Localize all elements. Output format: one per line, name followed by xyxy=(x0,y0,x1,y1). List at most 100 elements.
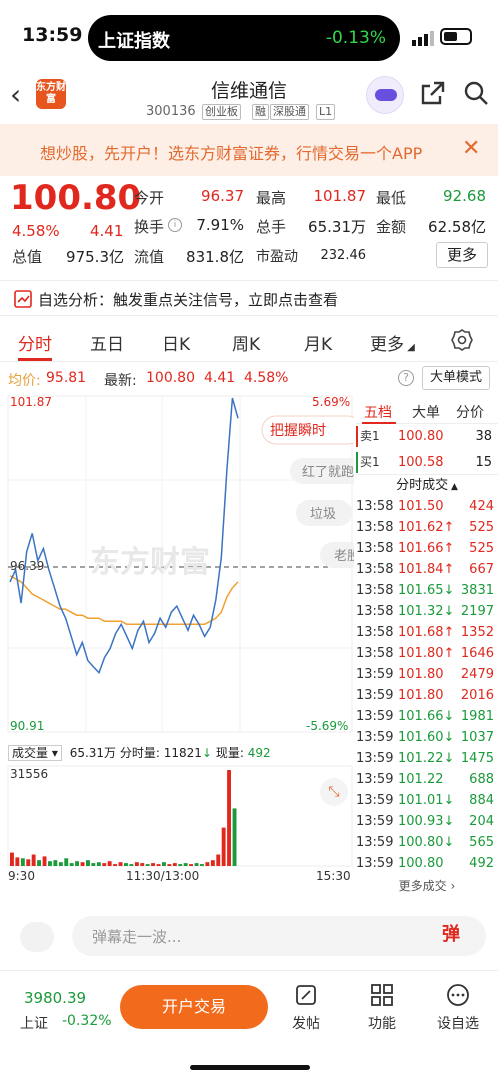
expand-icon[interactable]: ⤡ xyxy=(320,778,348,806)
danmu-bubble-4[interactable]: 老股 xyxy=(320,542,354,568)
volume-bar xyxy=(156,864,161,866)
tick-volume: 2479 xyxy=(460,667,494,682)
tick-volume: 1646 xyxy=(460,646,494,661)
tick-volume: 884 xyxy=(469,793,494,808)
bottom-index-value[interactable]: 3980.39 xyxy=(24,989,86,1007)
tab-price-dist[interactable]: 分价 xyxy=(456,402,484,422)
danmu-settings-icon[interactable] xyxy=(20,922,54,952)
tick-row: 13:58 101.32↓ 2197 xyxy=(356,601,498,622)
volume-bar xyxy=(69,863,74,866)
index-change: -0.13% xyxy=(325,28,386,48)
buy1-price: 100.58 xyxy=(398,455,444,470)
danmu-toggle-button[interactable]: 弹 xyxy=(442,920,460,946)
bottom-index-change[interactable]: -0.32% xyxy=(62,1013,112,1029)
tick-volume: 424 xyxy=(469,499,494,514)
volume-bar xyxy=(172,863,177,866)
last-price: 100.80 xyxy=(10,178,142,218)
caret-down-icon: ◢ xyxy=(404,342,415,353)
volume-bar xyxy=(194,863,199,866)
volume-bar xyxy=(118,862,123,866)
tick-row: 13:58 101.62↑ 525 xyxy=(356,517,498,538)
close-icon[interactable]: ✕ xyxy=(462,136,480,161)
volume-bar xyxy=(151,863,155,866)
mktcap-value: 975.3亿 xyxy=(66,248,124,266)
tab-five-day[interactable]: 五日 xyxy=(90,330,124,355)
tab-more[interactable]: 更多 ◢ xyxy=(370,330,415,355)
tab-weekly-k[interactable]: 周K xyxy=(232,330,260,355)
volume-chart[interactable]: 31556 9:30 11:30/13:00 15:30 xyxy=(0,764,354,882)
more-dots-icon[interactable] xyxy=(446,983,470,1007)
volume-bar xyxy=(113,864,117,866)
settings-icon[interactable] xyxy=(450,328,474,352)
help-icon[interactable]: ? xyxy=(398,370,414,386)
bubble-1-text: 把握瞬时 xyxy=(270,423,326,439)
tick-row: 13:58 101.84↑ 667 xyxy=(356,559,498,580)
post-icon[interactable] xyxy=(294,983,318,1007)
tick-row: 13:58 101.68↑ 1352 xyxy=(356,622,498,643)
more-button[interactable]: 更多 xyxy=(436,242,488,268)
volume-dropdown[interactable]: 成交量 ▾ xyxy=(8,745,62,761)
more-ticks-link[interactable]: 更多成交 › xyxy=(356,876,498,897)
promo-text[interactable]: 想炒股，先开户！选东方财富证券，行情交易一个APP xyxy=(40,140,450,164)
tick-row: 13:59 101.01↓ 884 xyxy=(356,790,498,811)
big-order-mode-button[interactable]: 大单模式 xyxy=(422,366,490,390)
tick-row: 13:58 101.50 424 xyxy=(356,496,498,517)
latest-change-pct: 4.58% xyxy=(244,370,289,386)
open-trade-button[interactable]: 开户交易 xyxy=(120,985,268,1029)
tick-price: 101.60↓ xyxy=(398,730,455,745)
tick-time: 13:59 xyxy=(356,772,394,787)
alert-text[interactable]: 自选分析：触发重点关注信号，立即点击查看 xyxy=(38,289,338,310)
add-watchlist-label[interactable]: 设自选 xyxy=(430,1013,486,1033)
tab-monthly-k[interactable]: 月K xyxy=(304,330,332,355)
index-ticker-island[interactable]: 上证指数 -0.13% xyxy=(88,15,400,61)
tab-big-orders[interactable]: 大单 xyxy=(412,402,440,422)
analysis-alert[interactable]: 自选分析：触发重点关注信号，立即点击查看 xyxy=(0,280,498,316)
low-label: 最低 xyxy=(376,189,407,207)
volume-label: 成交量 xyxy=(12,746,49,760)
tag-board: 创业板 xyxy=(202,104,241,120)
volume-bar xyxy=(124,863,128,866)
float-label: 流值 xyxy=(134,248,165,266)
danmu-bubble-2[interactable]: 红了就跑 xyxy=(290,458,354,484)
chart-icon xyxy=(14,290,32,308)
promo-banner[interactable]: 想炒股，先开户！选东方财富证券，行情交易一个APP ✕ xyxy=(0,124,498,176)
tick-row: 13:59 101.60↓ 1037 xyxy=(356,727,498,748)
amount-label: 金额 xyxy=(376,218,407,236)
volume-bar xyxy=(37,860,41,866)
tab-intraday[interactable]: 分时 xyxy=(18,330,52,355)
bottom-index-name[interactable]: 上证 xyxy=(20,1013,48,1033)
tick-price: 101.62↑ xyxy=(398,520,455,535)
assistant-icon[interactable] xyxy=(366,76,404,114)
tick-volume: 2016 xyxy=(460,688,494,703)
volume-value: 65.31万 xyxy=(308,218,366,236)
tick-row: 13:59 101.80 2016 xyxy=(356,685,498,706)
bubble-3-text: 垃圾 xyxy=(310,507,336,522)
volume-bar xyxy=(232,808,237,866)
tag-connect: 深股通 xyxy=(270,104,309,120)
function-label[interactable]: 功能 xyxy=(354,1013,410,1033)
volume-bar xyxy=(26,859,31,866)
tab-five-levels[interactable]: 五档 xyxy=(364,402,392,422)
danmu-bar: 弹幕走一波... 弹 xyxy=(0,910,498,960)
tick-arrow-icon: ↓ xyxy=(443,793,455,808)
danmu-placeholder[interactable]: 弹幕走一波... xyxy=(92,926,181,947)
period-vol-label: 分时量: xyxy=(119,746,160,760)
tick-volume: 492 xyxy=(469,856,494,871)
tick-price: 101.22 xyxy=(398,772,444,787)
danmu-bubble-1[interactable]: 把握瞬时 xyxy=(261,415,354,445)
ticks-title-row[interactable]: 分时成交 ▲ xyxy=(356,474,498,495)
info-icon[interactable]: i xyxy=(168,218,182,232)
post-label[interactable]: 发帖 xyxy=(278,1013,334,1033)
share-icon[interactable] xyxy=(420,80,446,106)
tick-row: 13:58 101.66↑ 525 xyxy=(356,538,498,559)
function-grid-icon[interactable] xyxy=(370,983,394,1007)
search-icon[interactable] xyxy=(463,80,489,106)
current-vol-value: 492 xyxy=(247,746,271,760)
tab-daily-k[interactable]: 日K xyxy=(162,330,190,355)
volume-bar xyxy=(96,862,101,866)
danmu-bubble-3[interactable]: 垃圾 xyxy=(296,500,352,526)
battery-icon xyxy=(440,28,472,45)
tick-volume: 525 xyxy=(469,520,494,535)
tick-arrow-icon: ↓ xyxy=(443,835,455,850)
intraday-chart[interactable]: 东方财富 101.87 96.39 90.91 5.69% -5.69% 把握瞬… xyxy=(0,392,354,742)
